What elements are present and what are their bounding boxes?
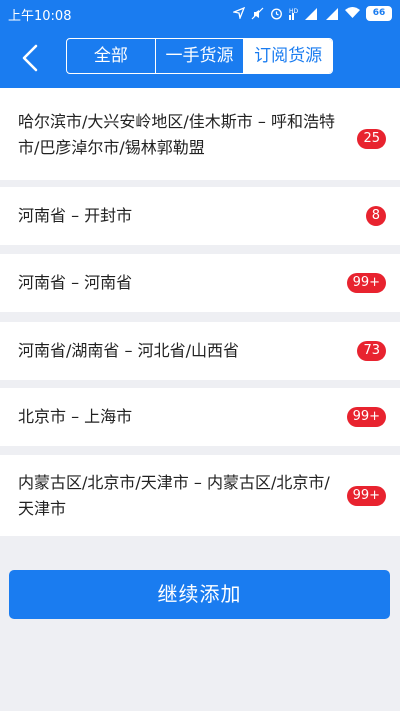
count-badge: 73 bbox=[357, 341, 386, 361]
route-text: 河南省 – 开封市 bbox=[18, 206, 133, 225]
battery-icon: 66 bbox=[366, 5, 392, 21]
source-tabs: 全部 一手货源 订阅货源 bbox=[66, 38, 333, 74]
list-item[interactable]: 河南省/湖南省 – 河北省/山西省 73 bbox=[0, 322, 400, 380]
continue-add-button[interactable]: 继续添加 bbox=[9, 570, 390, 619]
status-time: 上午10:08 bbox=[8, 9, 72, 24]
list-item[interactable]: 河南省 – 开封市 8 bbox=[0, 187, 400, 245]
route-text: 北京市 – 上海市 bbox=[18, 407, 133, 426]
list-item[interactable]: 哈尔滨市/大兴安岭地区/佳木斯市 – 呼和浩特市/巴彦淖尔市/锡林郭勒盟 25 bbox=[0, 88, 400, 180]
signal-icon: HD bbox=[289, 7, 317, 20]
list-item[interactable]: 河南省 – 河南省 99+ bbox=[0, 254, 400, 312]
list-item[interactable]: 内蒙古区/北京市/天津市 – 内蒙古区/北京市/天津市 99+ bbox=[0, 455, 400, 536]
status-bar: 上午10:08 HD 66 bbox=[0, 0, 400, 26]
route-text: 内蒙古区/北京市/天津市 – 内蒙古区/北京市/天津市 bbox=[18, 473, 330, 518]
wifi-icon bbox=[345, 7, 360, 18]
mute-icon bbox=[251, 7, 264, 19]
location-icon bbox=[233, 7, 245, 19]
tab-all[interactable]: 全部 bbox=[67, 39, 156, 73]
alarm-icon bbox=[271, 8, 282, 19]
tab-first-hand-source[interactable]: 一手货源 bbox=[156, 39, 245, 73]
chevron-left-icon bbox=[22, 44, 38, 72]
back-button[interactable] bbox=[14, 40, 48, 76]
status-icons: HD 66 bbox=[233, 4, 392, 22]
count-badge: 99+ bbox=[346, 407, 386, 427]
list-item[interactable]: 北京市 – 上海市 99+ bbox=[0, 388, 400, 446]
count-badge: 25 bbox=[357, 129, 386, 149]
count-badge: 99+ bbox=[346, 486, 386, 506]
signal-2-icon bbox=[326, 7, 338, 20]
app-header: 上午10:08 HD 66 全部 一手货源 订阅货源 bbox=[0, 0, 400, 88]
route-text: 河南省 – 河南省 bbox=[18, 273, 133, 292]
count-badge: 8 bbox=[365, 206, 386, 226]
count-badge: 99+ bbox=[346, 273, 386, 293]
route-text: 哈尔滨市/大兴安岭地区/佳木斯市 – 呼和浩特市/巴彦淖尔市/锡林郭勒盟 bbox=[18, 112, 335, 157]
route-text: 河南省/湖南省 – 河北省/山西省 bbox=[18, 341, 239, 360]
tab-subscribed-source[interactable]: 订阅货源 bbox=[244, 39, 332, 73]
